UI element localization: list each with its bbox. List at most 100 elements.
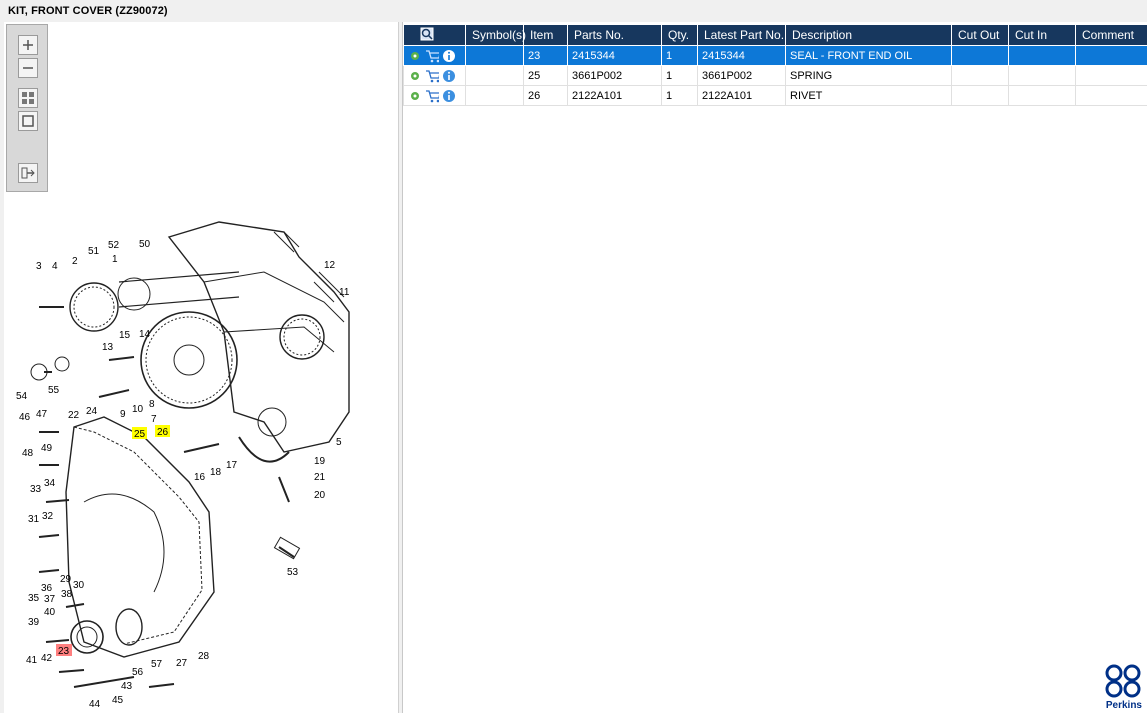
svg-text:1: 1 (112, 254, 118, 265)
column-header-cut-out[interactable]: Cut Out (951, 24, 1009, 46)
export-icon[interactable] (18, 163, 38, 183)
table-row[interactable]: 26 2122A101 1 2122A101 RIVET (403, 85, 1147, 106)
table-row[interactable]: 25 3661P002 1 3661P002 SPRING (403, 65, 1147, 86)
svg-text:13: 13 (102, 342, 114, 353)
column-header-item[interactable]: Item (523, 24, 568, 46)
cell-qty: 1 (661, 45, 698, 66)
svg-text:49: 49 (41, 443, 53, 454)
column-header-symbols[interactable]: Symbol(s) (465, 24, 526, 46)
svg-text:30: 30 (73, 580, 85, 591)
cell-symbols (465, 85, 524, 106)
svg-text:47: 47 (36, 409, 48, 420)
column-header-qty[interactable]: Qty. (661, 24, 698, 46)
zoom-in-icon[interactable] (18, 35, 38, 55)
cell-item: 26 (523, 85, 568, 106)
svg-text:23: 23 (58, 646, 70, 657)
column-header-latest-part-no[interactable]: Latest Part No. (697, 24, 786, 46)
column-header-actions[interactable] (403, 24, 466, 46)
svg-text:42: 42 (41, 653, 53, 664)
cell-parts-no: 2122A101 (567, 85, 662, 106)
svg-text:2: 2 (72, 256, 78, 267)
fit-page-icon[interactable] (18, 88, 38, 108)
svg-text:10: 10 (132, 404, 144, 415)
cell-cut-out (951, 85, 1009, 106)
zoom-out-icon[interactable] (18, 58, 38, 78)
svg-text:4: 4 (52, 261, 58, 272)
search-icon[interactable] (420, 27, 434, 41)
diagram-pane[interactable]: 1234 5789 10 11 12 13 14 15 16 17 18 19 20 21 22 2… (4, 22, 399, 713)
svg-text:37: 37 (44, 594, 56, 605)
svg-text:51: 51 (88, 246, 100, 257)
cell-cut-in (1008, 85, 1076, 106)
parts-list-pane: Symbol(s) Item Parts No. Qty. Latest Par… (402, 22, 1147, 713)
svg-text:56: 56 (132, 667, 144, 678)
zoom-toolbar (6, 24, 48, 192)
shopping-cart-icon[interactable] (425, 69, 439, 83)
svg-text:27: 27 (176, 658, 188, 669)
shopping-cart-icon[interactable] (425, 89, 439, 103)
svg-text:57: 57 (151, 659, 163, 670)
cell-comment (1075, 45, 1147, 66)
svg-text:18: 18 (210, 467, 222, 478)
svg-text:24: 24 (86, 406, 98, 417)
svg-text:55: 55 (48, 385, 60, 396)
brand-name: Perkins (1105, 700, 1142, 711)
column-header-description[interactable]: Description (785, 24, 952, 46)
cell-symbols (465, 45, 524, 66)
svg-text:45: 45 (112, 695, 124, 706)
cell-symbols (465, 65, 524, 86)
svg-text:50: 50 (139, 239, 151, 250)
svg-text:28: 28 (198, 651, 210, 662)
svg-text:16: 16 (194, 472, 206, 483)
svg-text:21: 21 (314, 472, 326, 483)
column-header-parts-no[interactable]: Parts No. (567, 24, 662, 46)
svg-text:15: 15 (119, 330, 131, 341)
exploded-parts-diagram[interactable]: 123 4 5789 10111213 14151617 18192021 22 2… (4, 212, 398, 712)
svg-text:26: 26 (157, 427, 169, 438)
svg-text:8: 8 (149, 399, 155, 410)
svg-text:34: 34 (44, 478, 56, 489)
cell-parts-no: 2415344 (567, 45, 662, 66)
cell-description: RIVET (785, 85, 952, 106)
cell-latest-part-no: 2122A101 (697, 85, 786, 106)
info-icon[interactable] (442, 49, 456, 63)
info-icon[interactable] (442, 89, 456, 103)
info-icon[interactable] (442, 69, 456, 83)
table-header-row: Symbol(s) Item Parts No. Qty. Latest Par… (403, 24, 1147, 46)
svg-text:20: 20 (314, 490, 326, 501)
svg-text:29: 29 (60, 574, 72, 585)
cell-item: 25 (523, 65, 568, 86)
svg-text:41: 41 (26, 655, 38, 666)
svg-text:44: 44 (89, 699, 101, 710)
column-header-cut-in[interactable]: Cut In (1008, 24, 1076, 46)
row-actions (403, 85, 466, 106)
cell-latest-part-no: 2415344 (697, 45, 786, 66)
shopping-cart-icon[interactable] (425, 49, 439, 63)
svg-text:38: 38 (61, 589, 73, 600)
gear-icon[interactable] (408, 49, 422, 63)
cell-qty: 1 (661, 85, 698, 106)
gear-icon[interactable] (408, 69, 422, 83)
row-actions (403, 65, 466, 86)
cell-cut-in (1008, 45, 1076, 66)
cell-description: SEAL - FRONT END OIL (785, 45, 952, 66)
table-row[interactable]: 23 2415344 1 2415344 SEAL - FRONT END OI… (403, 45, 1147, 66)
cell-cut-out (951, 65, 1009, 86)
cell-cut-in (1008, 65, 1076, 86)
row-actions (403, 45, 466, 66)
svg-text:9: 9 (120, 409, 126, 420)
actual-size-icon[interactable] (18, 111, 38, 131)
gear-icon[interactable] (408, 89, 422, 103)
cell-latest-part-no: 3661P002 (697, 65, 786, 86)
cell-description: SPRING (785, 65, 952, 86)
svg-text:54: 54 (16, 391, 28, 402)
column-header-comment[interactable]: Comment (1075, 24, 1147, 46)
svg-text:48: 48 (22, 448, 34, 459)
cell-parts-no: 3661P002 (567, 65, 662, 86)
svg-text:52: 52 (108, 240, 120, 251)
svg-text:43: 43 (121, 681, 133, 692)
cell-item: 23 (523, 45, 568, 66)
svg-text:46: 46 (19, 412, 31, 423)
svg-text:22: 22 (68, 410, 80, 421)
svg-text:40: 40 (44, 607, 56, 618)
